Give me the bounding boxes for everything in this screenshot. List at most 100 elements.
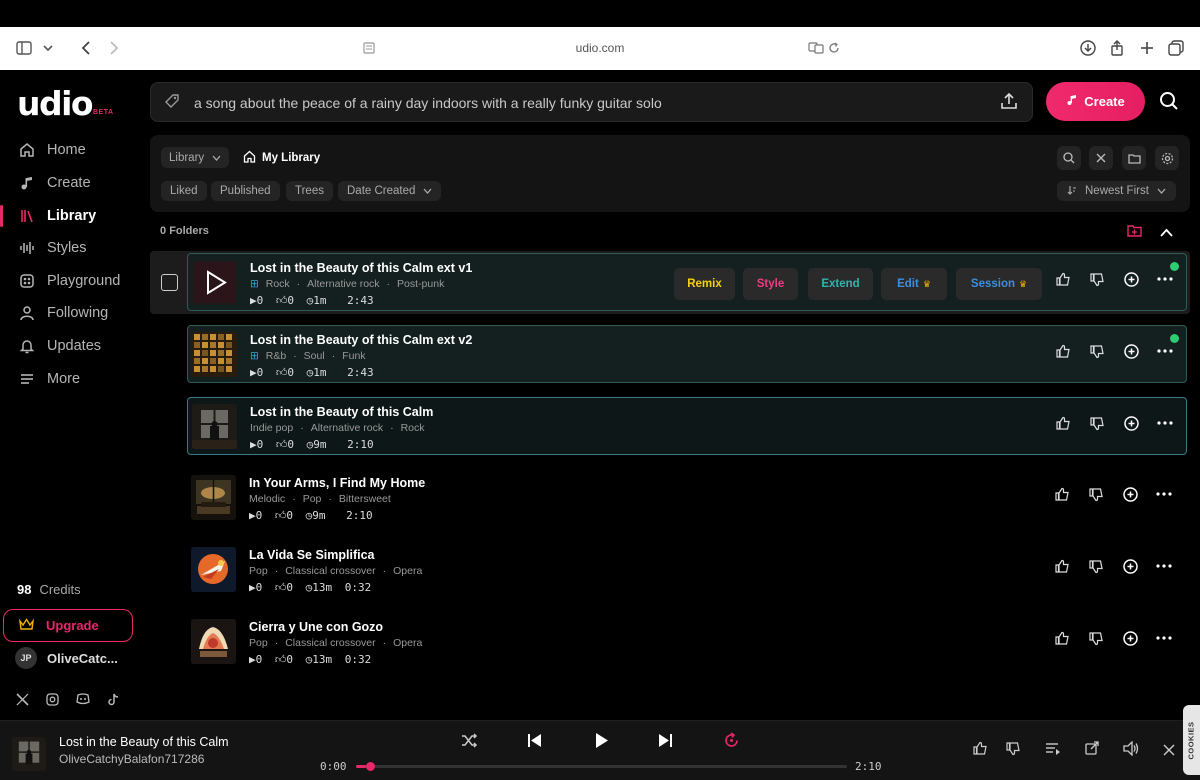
thumbs-up-icon[interactable] bbox=[1054, 486, 1070, 502]
track-thumbnail[interactable] bbox=[191, 547, 236, 592]
progress-bar[interactable] bbox=[356, 762, 847, 771]
close-player-icon[interactable] bbox=[1163, 743, 1175, 761]
volume-icon[interactable] bbox=[1123, 740, 1139, 761]
new-tab-icon[interactable] bbox=[1135, 37, 1159, 59]
instagram-icon[interactable] bbox=[46, 693, 59, 709]
tag[interactable]: R&b bbox=[266, 350, 286, 362]
reload-icon[interactable] bbox=[822, 37, 846, 59]
tag[interactable]: Classical crossover bbox=[285, 565, 375, 577]
track-row[interactable]: In Your Arms, I Find My Home Melodic · Pop… bbox=[187, 469, 1187, 527]
track-title[interactable]: La Vida Se Simplifica bbox=[249, 548, 375, 562]
back-icon[interactable] bbox=[73, 37, 97, 59]
track-thumbnail[interactable] bbox=[191, 619, 236, 664]
tag[interactable]: Rock bbox=[401, 422, 425, 434]
sidebar-item-following[interactable]: Following bbox=[0, 298, 145, 328]
track-thumbnail[interactable] bbox=[192, 404, 237, 449]
add-circle-icon[interactable] bbox=[1123, 271, 1139, 287]
download-icon[interactable] bbox=[1076, 37, 1100, 59]
tag[interactable]: Bittersweet bbox=[339, 493, 391, 505]
sidebar-item-playground[interactable]: Playground bbox=[0, 266, 145, 296]
thumbs-down-icon[interactable] bbox=[1089, 271, 1105, 287]
tag[interactable]: Soul bbox=[304, 350, 325, 362]
more-options-icon[interactable] bbox=[1157, 343, 1173, 359]
tag[interactable]: Classical crossover bbox=[285, 637, 375, 649]
player-title[interactable]: Lost in the Beauty of this Calm bbox=[59, 735, 229, 749]
tag[interactable]: Funk bbox=[342, 350, 365, 362]
session-button[interactable]: Session ♛ bbox=[956, 268, 1042, 300]
search-icon[interactable] bbox=[1159, 91, 1179, 116]
track-thumbnail[interactable] bbox=[192, 260, 237, 305]
thumbs-up-icon[interactable] bbox=[1055, 343, 1071, 359]
sidebar-item-home[interactable]: Home bbox=[0, 135, 145, 165]
close-icon[interactable] bbox=[1089, 146, 1113, 170]
player-artist[interactable]: OliveCatchyBalafon717286 bbox=[59, 752, 204, 766]
repeat-icon[interactable] bbox=[723, 732, 740, 754]
thumbs-up-icon[interactable] bbox=[1055, 415, 1071, 431]
sidebar-item-more[interactable]: More bbox=[0, 364, 145, 394]
track-row[interactable]: Cierra y Une con Gozo Pop · Classical cros… bbox=[187, 613, 1187, 671]
filter-liked[interactable]: Liked bbox=[161, 181, 207, 201]
prompt-input[interactable]: a song about the peace of a rainy day in… bbox=[150, 82, 1033, 122]
udio-logo[interactable]: udio bbox=[17, 84, 94, 123]
tiktok-icon[interactable] bbox=[107, 693, 119, 709]
track-title[interactable]: Lost in the Beauty of this Calm bbox=[250, 405, 433, 419]
url-field[interactable]: udio.com bbox=[360, 35, 840, 61]
more-options-icon[interactable] bbox=[1157, 415, 1173, 431]
create-button[interactable]: Create bbox=[1046, 82, 1145, 121]
tag[interactable]: Indie pop bbox=[250, 422, 293, 434]
track-row[interactable]: Lost in the Beauty of this Calm ext v1 ⊞… bbox=[187, 253, 1187, 311]
progress-knob[interactable] bbox=[365, 762, 375, 771]
tag[interactable]: Opera bbox=[393, 637, 422, 649]
track-title[interactable]: Lost in the Beauty of this Calm ext v1 bbox=[250, 261, 472, 275]
add-circle-icon[interactable] bbox=[1123, 343, 1139, 359]
upload-icon[interactable] bbox=[1000, 92, 1018, 115]
filter-published[interactable]: Published bbox=[211, 181, 280, 201]
add-circle-icon[interactable] bbox=[1122, 630, 1138, 646]
more-options-icon[interactable] bbox=[1156, 486, 1172, 502]
track-title[interactable]: Cierra y Une con Gozo bbox=[249, 620, 383, 634]
play-icon[interactable] bbox=[594, 732, 609, 754]
track-row[interactable]: Lost in the Beauty of this Calm ext v2 ⊞… bbox=[187, 325, 1187, 383]
thumbs-up-icon[interactable] bbox=[1054, 630, 1070, 646]
queue-icon[interactable] bbox=[1045, 741, 1060, 761]
tag[interactable]: Rock bbox=[266, 278, 290, 290]
thumbs-up-icon[interactable] bbox=[1055, 271, 1071, 287]
player-thumbnail[interactable] bbox=[12, 737, 46, 771]
thumbs-down-icon[interactable] bbox=[1088, 486, 1104, 502]
sidebar-item-library[interactable]: Library bbox=[0, 201, 145, 231]
thumbs-up-icon[interactable] bbox=[1054, 558, 1070, 574]
sort-dropdown[interactable]: Newest First bbox=[1057, 181, 1176, 201]
folder-icon[interactable] bbox=[1122, 146, 1146, 170]
remix-button[interactable]: Remix bbox=[674, 268, 735, 300]
gear-icon[interactable] bbox=[1155, 146, 1179, 170]
thumbs-down-icon[interactable] bbox=[1089, 415, 1105, 431]
discord-icon[interactable] bbox=[76, 693, 90, 709]
tag[interactable]: Opera bbox=[393, 565, 422, 577]
tag[interactable]: Pop bbox=[303, 493, 322, 505]
more-options-icon[interactable] bbox=[1156, 558, 1172, 574]
thumbs-down-icon[interactable] bbox=[1088, 630, 1104, 646]
x-twitter-icon[interactable] bbox=[16, 693, 29, 709]
upgrade-button[interactable]: Upgrade bbox=[3, 609, 133, 642]
track-row[interactable]: La Vida Se Simplifica Pop · Classical cros… bbox=[187, 541, 1187, 599]
next-icon[interactable] bbox=[658, 732, 673, 754]
tag[interactable]: Alternative rock bbox=[307, 278, 379, 290]
tag[interactable]: Melodic bbox=[249, 493, 285, 505]
add-folder-icon[interactable] bbox=[1127, 224, 1142, 242]
filter-date-created[interactable]: Date Created bbox=[338, 181, 442, 201]
chevron-up-icon[interactable] bbox=[1160, 224, 1173, 242]
thumbs-down-icon[interactable] bbox=[1006, 741, 1021, 761]
share-icon[interactable] bbox=[1105, 37, 1129, 59]
thumbs-down-icon[interactable] bbox=[1089, 343, 1105, 359]
more-options-icon[interactable] bbox=[1157, 271, 1173, 287]
track-thumbnail[interactable] bbox=[191, 475, 236, 520]
library-search-icon[interactable] bbox=[1057, 146, 1081, 170]
forward-icon[interactable] bbox=[102, 37, 126, 59]
extend-button[interactable]: Extend bbox=[808, 268, 873, 300]
track-row[interactable]: Lost in the Beauty of this Calm Indie po… bbox=[187, 397, 1187, 455]
add-circle-icon[interactable] bbox=[1122, 486, 1138, 502]
add-circle-icon[interactable] bbox=[1123, 415, 1139, 431]
style-button[interactable]: Style bbox=[743, 268, 798, 300]
track-title[interactable]: In Your Arms, I Find My Home bbox=[249, 476, 425, 490]
row-checkbox[interactable] bbox=[161, 274, 178, 291]
